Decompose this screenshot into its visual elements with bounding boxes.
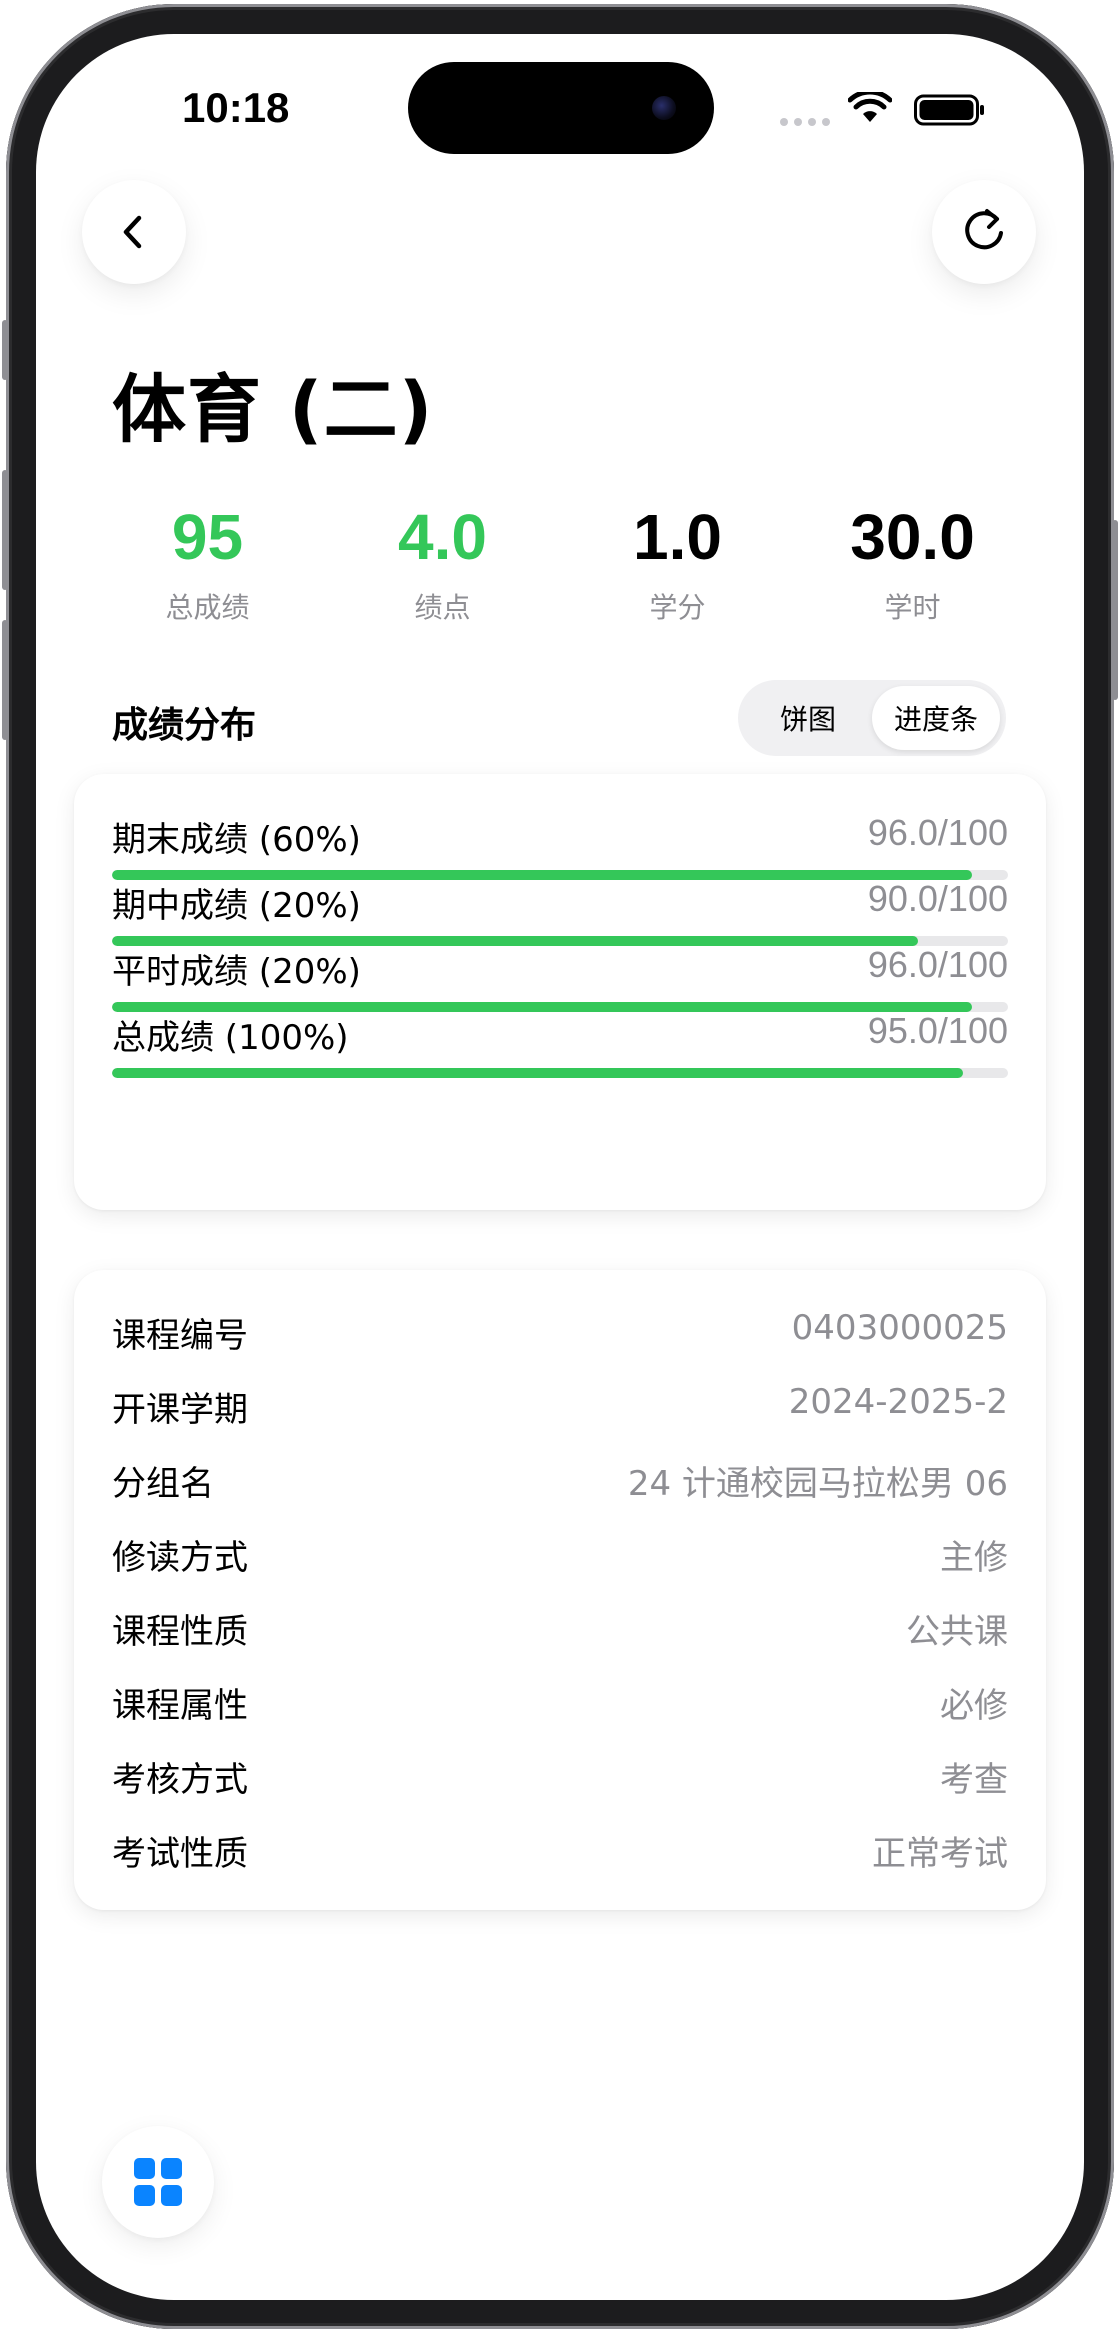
info-value: 必修 xyxy=(940,1686,1008,1726)
stat-label: 学时 xyxy=(884,591,941,624)
battery-icon xyxy=(914,94,984,126)
stat-credits: 1.0 学分 xyxy=(560,502,795,632)
info-key: 课程属性 xyxy=(112,1686,248,1726)
refresh-button[interactable] xyxy=(932,180,1036,284)
stats-row: 95 总成绩 4.0 绩点 1.0 学分 30.0 学时 xyxy=(90,502,1030,632)
toggle-pie-chart[interactable]: 饼图 xyxy=(744,686,872,750)
stat-label: 总成绩 xyxy=(165,591,250,624)
dynamic-island xyxy=(408,62,714,154)
info-value: 考查 xyxy=(940,1760,1008,1800)
info-row-course-nature: 课程性质 公共课 xyxy=(112,1604,1008,1654)
stat-value: 4.0 xyxy=(398,501,487,573)
info-row-assessment: 考核方式 考查 xyxy=(112,1752,1008,1802)
page: 10:18 体育 (二) 95 总成绩 4.0 绩点 1.0 学分 30.0 学… xyxy=(0,0,1120,2335)
course-title: 体育 (二) xyxy=(112,367,434,453)
info-value: 公共课 xyxy=(906,1612,1008,1652)
info-key: 分组名 xyxy=(112,1464,214,1504)
info-key: 考核方式 xyxy=(112,1760,248,1800)
progress-fill xyxy=(112,1068,964,1078)
status-time: 10:18 xyxy=(182,84,290,131)
stat-hours: 30.0 学时 xyxy=(795,502,1030,632)
stat-gpa: 4.0 绩点 xyxy=(325,502,560,632)
stat-label: 绩点 xyxy=(414,591,471,624)
info-row-study-mode: 修读方式 主修 xyxy=(112,1530,1008,1580)
back-button[interactable] xyxy=(82,180,186,284)
info-value: 24 计通校园马拉松男 06 xyxy=(627,1464,1008,1504)
progress-label: 总成绩 (100%) xyxy=(112,1018,349,1058)
progress-score: 90.0/100 xyxy=(867,878,1008,919)
info-row-semester: 开课学期 2024-2025-2 xyxy=(112,1382,1008,1432)
info-row-group: 分组名 24 计通校园马拉松男 06 xyxy=(112,1456,1008,1506)
refresh-icon xyxy=(965,209,1003,250)
stat-value: 95 xyxy=(171,501,244,573)
progress-label: 期末成绩 (60%) xyxy=(112,820,361,860)
camera-icon xyxy=(652,96,676,120)
info-key: 开课学期 xyxy=(112,1390,248,1430)
info-value: 主修 xyxy=(940,1538,1008,1578)
grid-icon xyxy=(134,2158,182,2206)
app-grid-button[interactable] xyxy=(102,2126,214,2238)
info-key: 课程编号 xyxy=(112,1316,248,1356)
chevron-left-icon xyxy=(123,215,142,249)
stat-label: 学分 xyxy=(649,591,706,624)
info-key: 课程性质 xyxy=(112,1612,248,1652)
stat-value: 1.0 xyxy=(633,501,722,573)
stat-total-score: 95 总成绩 xyxy=(90,502,325,632)
info-value: 正常考试 xyxy=(872,1834,1008,1874)
progress-score: 96.0/100 xyxy=(867,812,1008,853)
cellular-signal-icon xyxy=(780,118,832,126)
progress-track xyxy=(112,1068,1008,1078)
info-row-course-attribute: 课程属性 必修 xyxy=(112,1678,1008,1728)
progress-row-total: 总成绩 (100%) 95.0/100 xyxy=(112,1010,1008,1090)
info-key: 修读方式 xyxy=(112,1538,248,1578)
stat-value: 30.0 xyxy=(850,501,975,573)
info-row-course-code: 课程编号 0403000025 xyxy=(112,1308,1008,1358)
progress-score: 95.0/100 xyxy=(867,1010,1008,1051)
progress-label: 平时成绩 (20%) xyxy=(112,952,361,992)
info-row-exam-type: 考试性质 正常考试 xyxy=(112,1826,1008,1876)
section-title-distribution: 成绩分布 xyxy=(112,705,257,746)
info-value: 2024-2025-2 xyxy=(788,1382,1008,1422)
info-key: 考试性质 xyxy=(112,1834,248,1874)
progress-score: 96.0/100 xyxy=(867,944,1008,985)
progress-label: 期中成绩 (20%) xyxy=(112,886,361,926)
wifi-icon xyxy=(848,92,892,122)
course-info-card: 课程编号 0403000025 开课学期 2024-2025-2 分组名 24 … xyxy=(74,1270,1046,1910)
chart-type-toggle: 饼图 进度条 xyxy=(738,680,1006,756)
toggle-progress-bar[interactable]: 进度条 xyxy=(872,686,1000,750)
score-distribution-card: 期末成绩 (60%) 96.0/100 期中成绩 (20%) 90.0/100 … xyxy=(74,774,1046,1210)
info-value: 0403000025 xyxy=(791,1308,1008,1348)
